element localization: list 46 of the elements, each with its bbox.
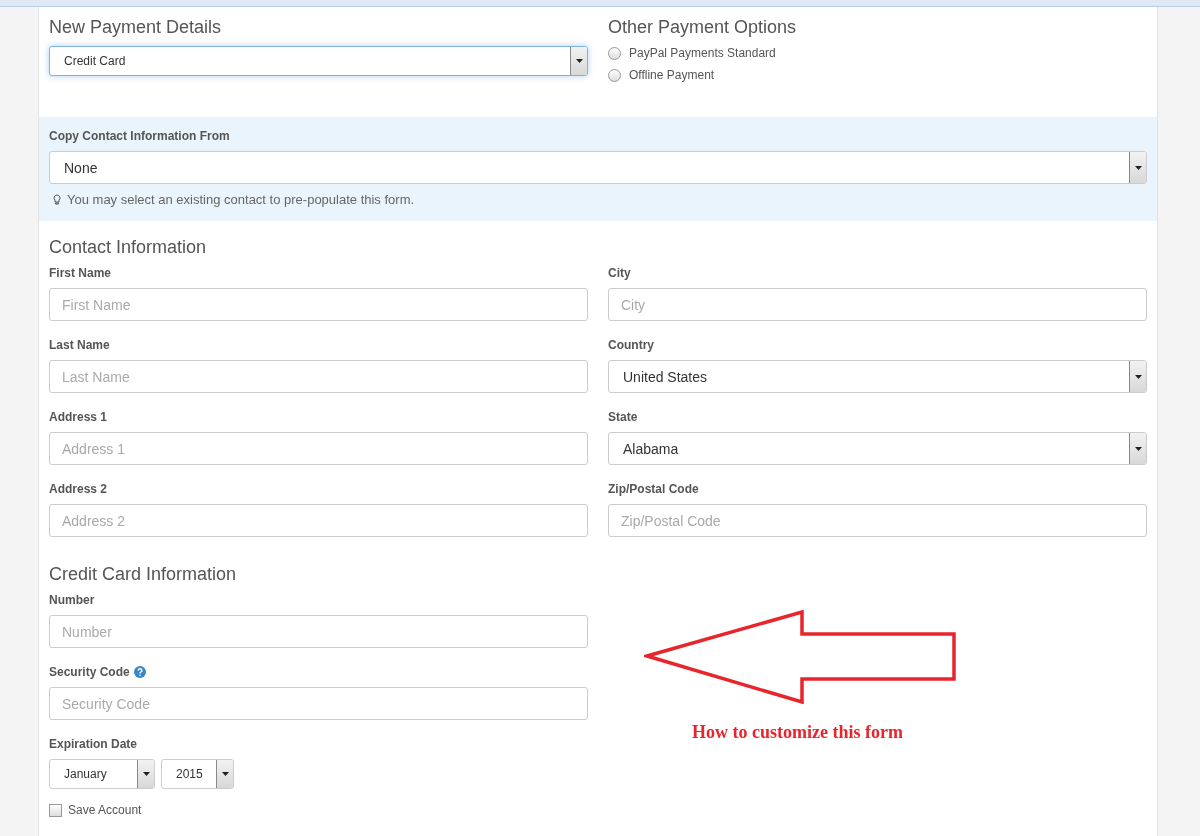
field-label: State xyxy=(608,410,638,424)
lightbulb-icon xyxy=(53,194,61,205)
input-field[interactable]: Address 1 xyxy=(49,432,588,465)
radio-label: PayPal Payments Standard xyxy=(629,46,776,60)
caret-icon xyxy=(1134,165,1142,170)
input-field[interactable]: Address 2 xyxy=(49,504,588,537)
dropdown-select[interactable]: United States xyxy=(608,360,1147,393)
field-label: Last Name xyxy=(49,338,110,352)
checkbox-label: Save Account xyxy=(68,803,142,817)
caret-icon xyxy=(1134,446,1142,451)
dropdown-select[interactable]: Alabama xyxy=(608,432,1147,465)
input-field[interactable]: First Name xyxy=(49,288,588,321)
section-heading: New Payment Details xyxy=(49,17,223,38)
checkbox[interactable] xyxy=(49,803,62,817)
field-label: Security Code xyxy=(49,665,130,679)
field-label: Country xyxy=(608,338,654,352)
contact-select[interactable]: None xyxy=(49,151,1147,184)
input-field[interactable]: Zip/Postal Code xyxy=(608,504,1147,537)
section-heading: Credit Card Information xyxy=(49,564,238,585)
field-label: Copy Contact Information From xyxy=(49,129,230,143)
caret-icon xyxy=(142,772,150,776)
field-label: Expiration Date xyxy=(49,737,138,751)
caret-icon xyxy=(575,59,583,63)
input-field[interactable]: City xyxy=(608,288,1147,321)
annotation-text: How to customize this form xyxy=(692,722,903,743)
input-field[interactable]: Last Name xyxy=(49,360,588,393)
month-select[interactable]: January xyxy=(49,759,155,789)
radio-button[interactable] xyxy=(608,46,621,60)
input-field[interactable]: Security Code xyxy=(49,687,588,720)
section-heading: Contact Information xyxy=(49,237,208,258)
field-label: City xyxy=(608,266,631,280)
field-label: Address 1 xyxy=(49,410,108,424)
field-label: First Name xyxy=(49,266,112,280)
field-label: Number xyxy=(49,593,95,607)
caret-icon xyxy=(221,772,229,776)
year-select[interactable]: 2015 xyxy=(161,759,234,789)
field-label: Zip/Postal Code xyxy=(608,482,699,496)
caret-icon xyxy=(1134,374,1142,379)
hint-text: You may select an existing contact to pre-populate this form. xyxy=(67,192,415,207)
help-icon[interactable] xyxy=(133,666,146,678)
radio-button[interactable] xyxy=(608,68,621,82)
radio-label: Offline Payment xyxy=(629,68,715,82)
section-heading: Other Payment Options xyxy=(608,17,798,38)
field-label: Address 2 xyxy=(49,482,108,496)
input-field[interactable]: Number xyxy=(49,615,588,648)
payment-method-select[interactable]: Credit Card xyxy=(49,46,588,76)
